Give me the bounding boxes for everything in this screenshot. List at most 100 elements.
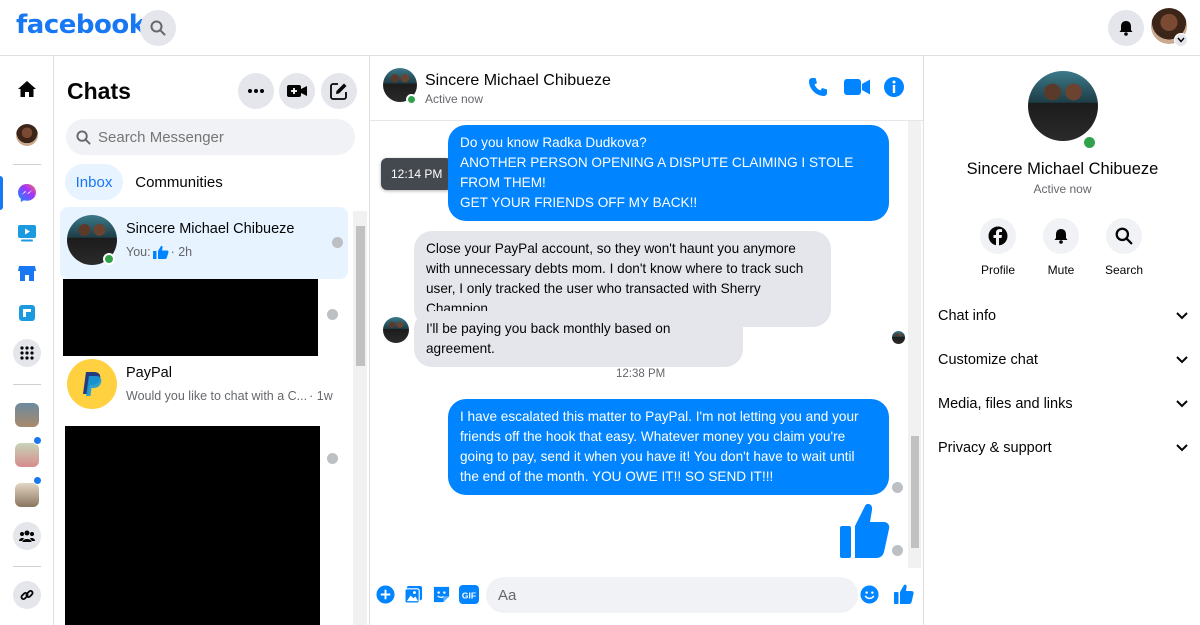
message-composer[interactable] — [486, 577, 858, 613]
chat-item-paypal[interactable]: PayPal Would you like to chat with a C..… — [60, 351, 348, 423]
video-plus-icon — [287, 85, 307, 97]
contact-avatar[interactable] — [15, 443, 39, 467]
active-indicator — [0, 176, 3, 210]
sticker-button[interactable] — [431, 584, 451, 604]
new-message-button[interactable] — [321, 73, 357, 109]
contact-avatar[interactable] — [15, 483, 39, 507]
message-bubble-sent[interactable]: I have escalated this matter to PayPal. … — [448, 399, 889, 495]
delivered-receipt — [892, 482, 903, 493]
paypal-logo — [67, 359, 117, 409]
chat-item-sincere[interactable]: Sincere Michael Chibueze You: · 2h — [60, 207, 348, 279]
gaming-button[interactable] — [12, 298, 42, 328]
bell-icon — [1119, 21, 1133, 36]
tab-inbox[interactable]: Inbox — [65, 164, 123, 200]
tab-communities[interactable]: Communities — [129, 164, 229, 200]
home-icon — [18, 81, 36, 97]
message-time-tooltip: 12:14 PM — [381, 158, 453, 190]
svg-text:GIF: GIF — [462, 590, 476, 600]
audio-call-button[interactable] — [807, 76, 829, 98]
chevron-down-icon — [1176, 444, 1188, 452]
sender-avatar — [383, 317, 409, 343]
groups-button[interactable] — [12, 521, 42, 551]
send-like-button[interactable] — [893, 583, 915, 605]
facebook-logo[interactable]: facebook — [16, 10, 146, 40]
marketplace-button[interactable] — [12, 258, 42, 288]
message-input[interactable] — [498, 586, 818, 604]
search-messenger[interactable] — [66, 119, 355, 155]
unread-badge — [33, 476, 42, 485]
new-room-button[interactable] — [279, 73, 315, 109]
gif-button[interactable]: GIF — [458, 584, 480, 604]
section-media-files-links[interactable]: Media, files and links — [938, 389, 1188, 419]
emoji-icon — [859, 584, 879, 604]
messenger-button[interactable] — [12, 178, 42, 208]
bell-icon — [1054, 229, 1068, 244]
chats-scrollbar-thumb[interactable] — [356, 226, 365, 366]
gif-icon: GIF — [459, 584, 479, 604]
section-label: Media, files and links — [938, 396, 1073, 412]
rail-divider — [13, 566, 41, 567]
home-button[interactable] — [12, 74, 42, 104]
thumbs-up-icon — [894, 584, 914, 604]
emoji-button[interactable] — [859, 584, 879, 604]
online-indicator — [1082, 135, 1097, 150]
section-privacy-support[interactable]: Privacy & support — [938, 433, 1188, 463]
search-action[interactable]: Search — [1089, 218, 1159, 277]
notifications-button[interactable] — [1108, 10, 1144, 46]
more-horizontal-icon — [248, 89, 264, 93]
redacted-chat — [63, 279, 318, 356]
groups-icon — [19, 530, 35, 542]
video-call-button[interactable] — [843, 76, 871, 98]
chats-panel: Chats Inbox Communities Sincere Michael … — [55, 56, 370, 625]
message-bubble-received[interactable]: I'll be paying you back monthly based on… — [414, 311, 743, 367]
rail-divider — [13, 164, 41, 165]
search-icon — [1115, 227, 1133, 245]
action-label: Mute — [1047, 263, 1075, 277]
action-label: Profile — [980, 263, 1015, 277]
left-rail — [0, 56, 54, 625]
top-bar: facebook — [0, 0, 1200, 56]
thumbs-up-icon — [840, 503, 890, 558]
section-chat-info[interactable]: Chat info — [938, 301, 1188, 331]
conversation-status: Active now — [425, 92, 484, 106]
chat-name: PayPal — [126, 365, 172, 381]
search-button[interactable] — [140, 10, 176, 46]
message-bubble-sent[interactable]: Do you know Radka Dudkova? ANOTHER PERSO… — [448, 125, 889, 221]
thumbs-up-icon — [152, 245, 169, 259]
read-receipt — [327, 453, 338, 464]
facebook-icon — [988, 226, 1008, 246]
section-customize-chat[interactable]: Customize chat — [938, 345, 1188, 375]
link-button[interactable] — [12, 580, 42, 610]
chat-options-button[interactable] — [238, 73, 274, 109]
gaming-icon — [19, 305, 35, 321]
watch-icon — [18, 225, 36, 242]
more-actions-button[interactable] — [375, 584, 395, 604]
account-menu-chevron[interactable] — [1174, 33, 1188, 47]
search-input[interactable] — [98, 128, 338, 146]
conversation-scrollbar-thumb[interactable] — [911, 436, 919, 548]
contact-avatar[interactable] — [15, 403, 39, 427]
video-camera-icon — [844, 79, 870, 95]
profile-avatar[interactable] — [16, 124, 38, 146]
menu-button[interactable] — [12, 338, 42, 368]
chevron-down-icon — [1176, 400, 1188, 408]
section-label: Customize chat — [938, 352, 1038, 368]
attach-photo-button[interactable] — [403, 584, 423, 604]
watch-button[interactable] — [12, 218, 42, 248]
large-like-message[interactable] — [839, 500, 891, 560]
info-panel: Sincere Michael Chibueze Active now Prof… — [923, 56, 1200, 625]
conversation-info-button[interactable] — [882, 75, 906, 99]
search-icon — [150, 20, 166, 36]
conversation-panel: Sincere Michael Chibueze Active now 12:1… — [370, 56, 923, 625]
chat-preview: You: · 2h — [126, 245, 192, 259]
chat-preview-text: Would you like to chat with a C... — [126, 389, 308, 403]
conversation-name[interactable]: Sincere Michael Chibueze — [425, 72, 611, 90]
online-indicator — [103, 253, 115, 265]
chat-preview-text: You: — [126, 245, 151, 259]
profile-action[interactable]: Profile — [963, 218, 1033, 277]
message-timestamp: 12:38 PM — [616, 368, 666, 380]
mute-action[interactable]: Mute — [1026, 218, 1096, 277]
contact-avatar-large[interactable] — [1028, 71, 1098, 141]
seen-avatar — [892, 331, 905, 344]
conversation-header: Sincere Michael Chibueze Active now — [370, 56, 923, 121]
